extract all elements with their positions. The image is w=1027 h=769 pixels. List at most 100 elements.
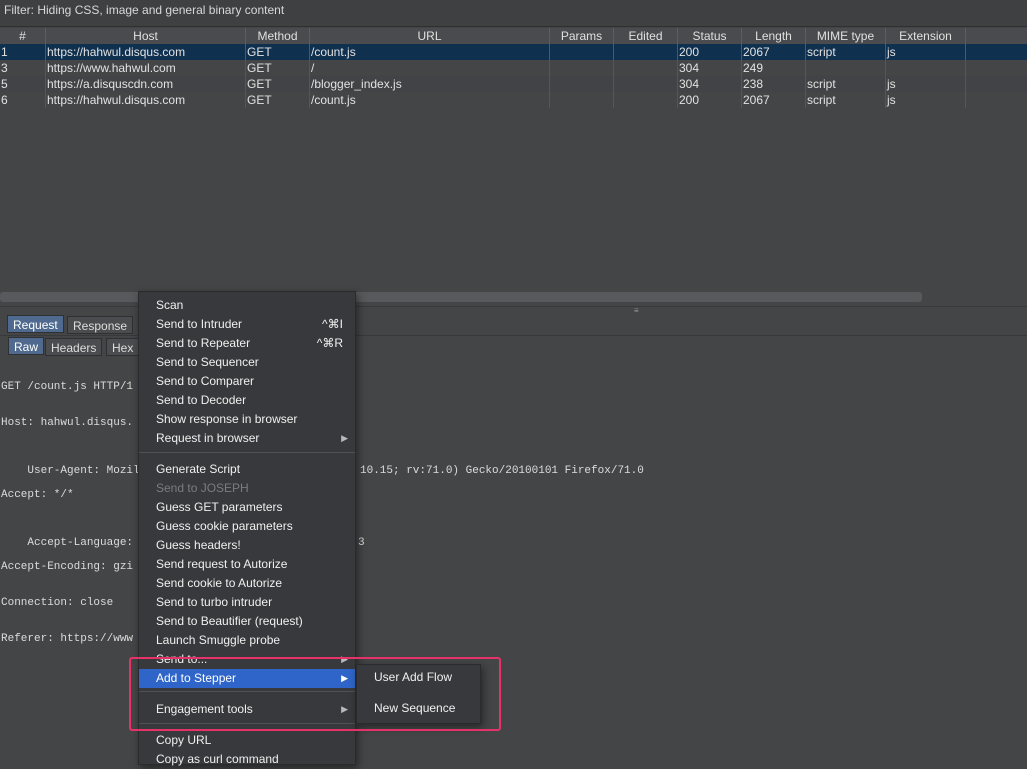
cell-status: 200 xyxy=(678,44,742,60)
submenu-arrow-icon: ▶ xyxy=(341,654,348,664)
cell-mime: script xyxy=(806,76,886,92)
cell-num: 6 xyxy=(0,92,46,108)
splitter-grip-icon[interactable]: ≡ xyxy=(634,306,639,315)
menu-item-send-to-joseph: Send to JOSEPH xyxy=(139,479,355,498)
cell-mime xyxy=(806,60,886,76)
submenu-arrow-icon: ▶ xyxy=(341,673,348,683)
cell-extension: js xyxy=(886,44,966,60)
menu-separator xyxy=(139,452,355,453)
col-header-mime[interactable]: MIME type xyxy=(806,28,886,44)
menu-item-launch-smuggle-probe[interactable]: Launch Smuggle probe xyxy=(139,631,355,650)
cell-status: 304 xyxy=(678,60,742,76)
context-menu: Scan Send to Intruder ^⌘I Send to Repeate… xyxy=(138,291,356,766)
cell-status: 304 xyxy=(678,76,742,92)
cell-length: 2067 xyxy=(742,92,806,108)
cell-extension xyxy=(886,60,966,76)
cell-params xyxy=(550,60,614,76)
cell-params xyxy=(550,44,614,60)
col-header-length[interactable]: Length xyxy=(742,28,806,44)
menu-item-generate-script[interactable]: Generate Script xyxy=(139,460,355,479)
cell-edited xyxy=(614,44,678,60)
menu-item-send-request-to-autorize[interactable]: Send request to Autorize xyxy=(139,555,355,574)
menu-item-label: Send to Intruder xyxy=(156,317,243,331)
menu-item-scan[interactable]: Scan xyxy=(139,296,355,315)
menu-item-guess-cookie-parameters[interactable]: Guess cookie parameters xyxy=(139,517,355,536)
submenu-arrow-icon: ▶ xyxy=(341,704,348,714)
menu-item-label: Show response in browser xyxy=(156,412,298,426)
cell-status: 200 xyxy=(678,92,742,108)
menu-item-send-to-comparer[interactable]: Send to Comparer xyxy=(139,372,355,391)
cell-host: https://a.disquscdn.com xyxy=(46,76,246,92)
cell-host: https://www.hahwul.com xyxy=(46,60,246,76)
cell-url: /count.js xyxy=(310,44,550,60)
tab-hex[interactable]: Hex xyxy=(106,338,140,356)
table-row[interactable]: 5 https://a.disquscdn.com GET /blogger_i… xyxy=(0,76,1027,92)
col-header-host[interactable]: Host xyxy=(46,28,246,44)
menu-item-engagement-tools[interactable]: Engagement tools ▶ xyxy=(139,700,355,719)
menu-item-send-to-repeater[interactable]: Send to Repeater ^⌘R xyxy=(139,334,355,353)
table-row[interactable]: 6 https://hahwul.disqus.com GET /count.j… xyxy=(0,92,1027,108)
menu-item-label: Send to Repeater xyxy=(156,336,251,350)
tab-raw[interactable]: Raw xyxy=(8,337,45,355)
cell-params xyxy=(550,92,614,108)
menu-item-label: Send to JOSEPH xyxy=(156,481,249,495)
menu-item-label: Guess cookie parameters xyxy=(156,519,293,533)
menu-item-copy-as-curl[interactable]: Copy as curl command xyxy=(139,750,355,769)
menu-item-send-to-intruder[interactable]: Send to Intruder ^⌘I xyxy=(139,315,355,334)
menu-item-add-to-stepper[interactable]: Add to Stepper ▶ xyxy=(139,669,355,688)
col-header-status[interactable]: Status xyxy=(678,28,742,44)
menu-item-guess-get-parameters[interactable]: Guess GET parameters xyxy=(139,498,355,517)
menu-item-label: Engagement tools xyxy=(156,702,253,716)
cell-mime: script xyxy=(806,92,886,108)
cell-url: /count.js xyxy=(310,92,550,108)
col-header-num[interactable]: # xyxy=(0,28,46,44)
menu-item-show-response-in-browser[interactable]: Show response in browser xyxy=(139,410,355,429)
menu-item-send-to-decoder[interactable]: Send to Decoder xyxy=(139,391,355,410)
submenu-item-user-add-flow[interactable]: User Add Flow xyxy=(357,668,480,687)
cell-edited xyxy=(614,76,678,92)
col-header-params[interactable]: Params xyxy=(550,28,614,44)
col-header-edited[interactable]: Edited xyxy=(614,28,678,44)
menu-item-send-to-beautifier[interactable]: Send to Beautifier (request) xyxy=(139,612,355,631)
submenu-item-new-sequence[interactable]: New Sequence xyxy=(357,699,480,718)
tab-request[interactable]: Request xyxy=(7,315,64,333)
menu-item-copy-url[interactable]: Copy URL xyxy=(139,731,355,750)
accept-language-end: 3 xyxy=(358,537,365,549)
tab-response[interactable]: Response xyxy=(67,316,134,334)
cell-length: 249 xyxy=(742,60,806,76)
menu-item-send-to[interactable]: Send to... ▶ xyxy=(139,650,355,669)
menu-item-send-to-sequencer[interactable]: Send to Sequencer xyxy=(139,353,355,372)
table-row[interactable]: 3 https://www.hahwul.com GET / 304 249 xyxy=(0,60,1027,76)
menu-separator xyxy=(139,723,355,724)
stepper-submenu: User Add Flow New Sequence xyxy=(356,664,481,724)
table-row[interactable]: 1 https://hahwul.disqus.com GET /count.j… xyxy=(0,44,1027,60)
menu-item-send-cookie-to-autorize[interactable]: Send cookie to Autorize xyxy=(139,574,355,593)
filter-bar[interactable]: Filter: Hiding CSS, image and general bi… xyxy=(0,0,1027,27)
menu-item-label: Send to turbo intruder xyxy=(156,595,273,609)
cell-host: https://hahwul.disqus.com xyxy=(46,92,246,108)
menu-item-label: Send to... xyxy=(156,652,208,666)
col-header-method[interactable]: Method xyxy=(246,28,310,44)
user-agent-end: 10.15; rv:71.0) Gecko/20100101 Firefox/7… xyxy=(360,465,644,477)
shortcut-label: ^⌘R xyxy=(316,336,343,350)
cell-url: /blogger_index.js xyxy=(310,76,550,92)
cell-extension: js xyxy=(886,92,966,108)
menu-item-label: Copy as curl command xyxy=(156,752,279,766)
tab-headers[interactable]: Headers xyxy=(45,338,103,356)
menu-item-label: Send request to Autorize xyxy=(156,557,288,571)
menu-item-label: Scan xyxy=(156,298,184,312)
cell-length: 238 xyxy=(742,76,806,92)
menu-item-request-in-browser[interactable]: Request in browser ▶ xyxy=(139,429,355,448)
menu-separator xyxy=(139,691,355,692)
cell-url: / xyxy=(310,60,550,76)
menu-item-guess-headers[interactable]: Guess headers! xyxy=(139,536,355,555)
history-table-header: # Host Method URL Params Edited Status L… xyxy=(0,28,1027,45)
menu-item-label: Guess GET parameters xyxy=(156,500,283,514)
cell-num: 3 xyxy=(0,60,46,76)
menu-item-send-to-turbo-intruder[interactable]: Send to turbo intruder xyxy=(139,593,355,612)
cell-edited xyxy=(614,60,678,76)
cell-mime: script xyxy=(806,44,886,60)
col-header-url[interactable]: URL xyxy=(310,28,550,44)
menu-item-label: Guess headers! xyxy=(156,538,241,552)
col-header-extension[interactable]: Extension xyxy=(886,28,966,44)
